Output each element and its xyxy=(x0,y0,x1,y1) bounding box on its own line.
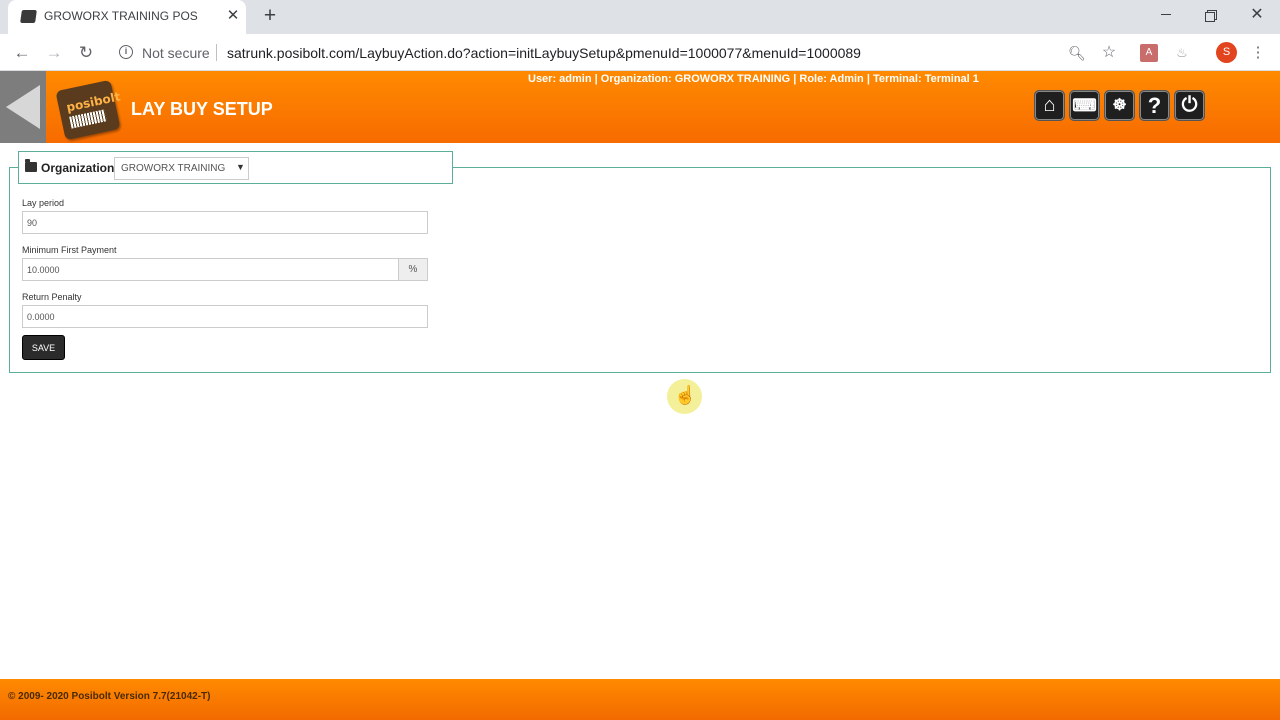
app-header: posibolt LAY BUY SETUP User: admin | Org… xyxy=(0,71,1280,143)
page-title: LAY BUY SETUP xyxy=(131,99,273,119)
favicon-icon xyxy=(20,10,37,23)
return-penalty-label: Return Penalty xyxy=(22,292,82,302)
address-separator xyxy=(216,44,217,61)
profile-avatar[interactable]: S xyxy=(1216,42,1237,63)
support-icon: ☸ xyxy=(1112,97,1127,114)
percent-addon: % xyxy=(398,258,428,281)
home-icon: ⌂ xyxy=(1043,94,1056,116)
folder-icon xyxy=(25,159,37,172)
chevron-down-icon: ▼ xyxy=(236,162,245,172)
hand-cursor-icon: ☝ xyxy=(674,385,697,405)
power-icon: ⏻ xyxy=(1181,94,1198,116)
java-extension-icon[interactable]: ♨ xyxy=(1173,44,1191,62)
return-penalty-input[interactable] xyxy=(22,305,428,328)
back-arrow-button[interactable] xyxy=(0,71,46,143)
window-restore-button[interactable] xyxy=(1196,3,1226,27)
organization-label: Organization xyxy=(41,161,115,175)
help-icon: ? xyxy=(1147,93,1162,118)
browser-menu-icon[interactable]: ⋮ xyxy=(1250,42,1266,63)
window-minimize-button[interactable] xyxy=(1151,3,1181,27)
tab-close-icon[interactable]: ✕ xyxy=(224,7,242,25)
url-text[interactable]: satrunk.posibolt.com/LaybuyAction.do?act… xyxy=(227,45,861,61)
keyboard-button[interactable]: ⌨ xyxy=(1069,90,1100,121)
min-first-payment-input[interactable] xyxy=(22,258,399,281)
organization-select-value: GROWORX TRAINING xyxy=(121,163,226,174)
footer-copyright: © 2009- 2020 Posibolt Version 7.7(21042-… xyxy=(8,691,211,702)
address-bar[interactable]: i Not secure satrunk.posibolt.com/Laybuy… xyxy=(110,38,1130,67)
browser-tab-bar: GROWORX TRAINING POS ✕ + ✕ xyxy=(0,0,1280,34)
info-icon[interactable]: i xyxy=(119,45,133,59)
window-close-button[interactable]: ✕ xyxy=(1242,3,1272,27)
browser-tab[interactable]: GROWORX TRAINING POS ✕ xyxy=(8,0,246,34)
new-tab-button[interactable]: + xyxy=(259,5,281,27)
user-info: User: admin | Organization: GROWORX TRAI… xyxy=(528,73,979,85)
pdf-extension-icon[interactable]: A xyxy=(1140,44,1158,62)
posibolt-logo: posibolt xyxy=(55,77,122,141)
security-label[interactable]: Not secure xyxy=(142,45,210,61)
save-button[interactable]: SAVE xyxy=(22,335,65,360)
tab-title: GROWORX TRAINING POS xyxy=(44,9,198,23)
app-footer: © 2009- 2020 Posibolt Version 7.7(21042-… xyxy=(0,679,1280,720)
help-button[interactable]: ? xyxy=(1139,90,1170,121)
organization-select[interactable]: GROWORX TRAINING ▼ xyxy=(114,157,249,180)
lay-period-label: Lay period xyxy=(22,198,65,208)
browser-toolbar: ← → ↻ i Not secure satrunk.posibolt.com/… xyxy=(0,34,1280,71)
logout-button[interactable]: ⏻ xyxy=(1174,90,1205,121)
cursor-highlight: ☝ xyxy=(667,379,702,414)
organization-box: Organization GROWORX TRAINING ▼ xyxy=(18,151,453,184)
back-icon[interactable]: ← xyxy=(9,40,35,66)
lay-period-input[interactable] xyxy=(22,211,428,234)
forward-icon[interactable]: → xyxy=(41,40,67,66)
home-button[interactable]: ⌂ xyxy=(1034,90,1065,121)
zoom-icon[interactable]: 🔍︎ xyxy=(1068,44,1086,62)
support-button[interactable]: ☸ xyxy=(1104,90,1135,121)
min-first-payment-label: Minimum First Payment xyxy=(22,245,117,255)
reload-icon[interactable]: ↻ xyxy=(73,40,99,66)
bookmark-star-icon[interactable]: ☆ xyxy=(1100,44,1118,62)
keyboard-icon: ⌨ xyxy=(1072,96,1097,115)
